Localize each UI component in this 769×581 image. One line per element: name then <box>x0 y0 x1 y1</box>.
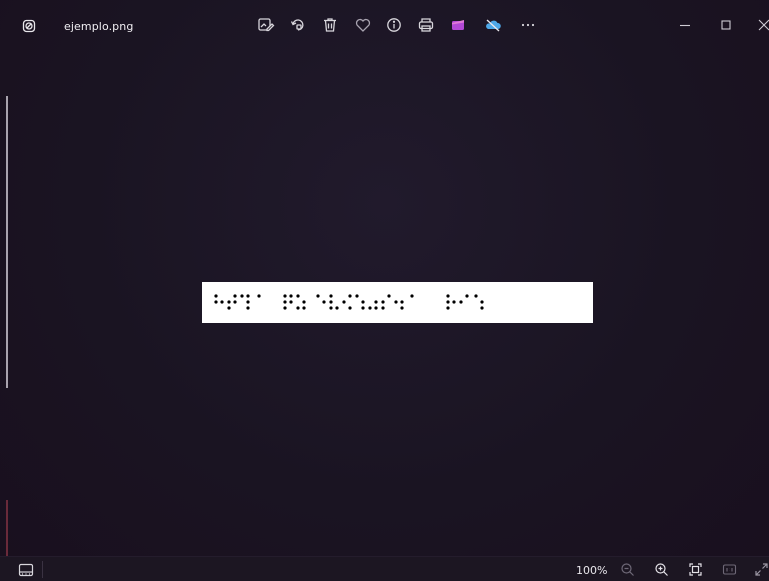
image-canvas[interactable] <box>0 56 769 556</box>
zoom-out-icon[interactable] <box>620 562 635 577</box>
file-name-title: ejemplo.png <box>64 20 134 33</box>
status-bar: 100% <box>0 556 769 581</box>
clipchamp-icon[interactable] <box>449 16 467 34</box>
status-divider <box>42 561 43 578</box>
print-icon[interactable] <box>417 16 435 34</box>
maximize-icon[interactable] <box>718 18 734 32</box>
fullscreen-icon[interactable] <box>754 562 768 577</box>
close-icon[interactable] <box>756 18 769 32</box>
braille-dots <box>214 294 484 310</box>
filmstrip-icon[interactable] <box>18 563 34 577</box>
actual-size-icon[interactable] <box>722 562 737 577</box>
file-info-icon[interactable] <box>385 16 403 34</box>
delete-icon[interactable] <box>321 16 339 34</box>
rotate-icon[interactable] <box>289 16 307 34</box>
more-options-icon[interactable] <box>519 16 537 34</box>
zoom-level-text[interactable]: 100% <box>576 564 607 577</box>
minimize-icon[interactable] <box>677 18 693 32</box>
favorite-heart-icon[interactable] <box>354 16 372 34</box>
photo-viewer-window: ejemplo.png 100% <box>0 0 769 581</box>
onedrive-sync-off-icon[interactable] <box>484 16 502 34</box>
zoom-in-icon[interactable] <box>654 562 669 577</box>
fit-to-window-icon[interactable] <box>688 562 703 577</box>
photos-app-icon[interactable] <box>22 18 36 33</box>
edit-image-icon[interactable] <box>257 16 275 34</box>
title-bar: ejemplo.png <box>0 0 769 56</box>
displayed-image-braille-text <box>202 282 593 323</box>
